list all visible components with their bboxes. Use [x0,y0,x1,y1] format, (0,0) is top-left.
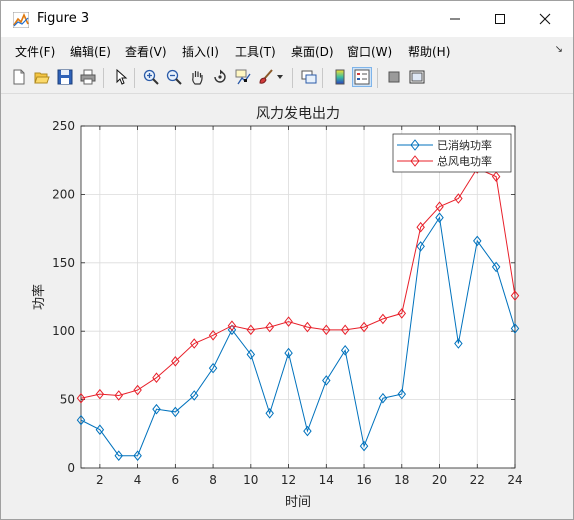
legend-icon [354,69,370,85]
toolbar-separator [377,68,378,88]
toolbar-separator [134,68,135,88]
link-plot-button[interactable] [299,67,319,87]
show-plot-tools-icon [409,70,425,84]
brush-icon [259,69,273,84]
pan-hand-icon [192,71,203,85]
x-tick-label: 4 [134,473,142,487]
maximize-button[interactable] [477,1,523,37]
link-plot-icon [301,70,317,84]
x-tick-label: 20 [432,473,447,487]
x-tick-label: 24 [507,473,522,487]
save-icon [57,69,73,85]
menu-desktop[interactable]: 桌面(D) [291,43,334,60]
minimize-button[interactable] [432,1,478,37]
zoom-in-button[interactable] [141,67,161,87]
new-figure-icon [13,69,25,85]
menu-window[interactable]: 窗口(W) [347,43,392,60]
chevron-down-icon [277,75,283,79]
plot-area [81,126,515,468]
line-chart: 2 4 6 8 10 12 14 16 18 20 22 24050100150200250 风力发电… [31,106,523,510]
toolbar-separator [322,68,323,88]
zoom-out-icon [166,69,182,85]
menu-insert[interactable]: 插入(I) [182,43,219,60]
y-axis-label: 功率 [31,284,47,310]
colorbar-icon [335,69,345,85]
x-tick-label: 22 [470,473,485,487]
pointer-icon [116,69,128,85]
show-plot-tools-button[interactable] [407,67,427,87]
close-button[interactable] [522,1,568,37]
hide-plot-tools-icon [388,71,400,83]
rotate-3d-button[interactable] [210,67,230,87]
x-axis-label: 时间 [285,495,311,510]
new-figure-button[interactable] [9,67,29,87]
pointer-button[interactable] [111,67,131,87]
maximize-icon [495,14,505,24]
matlab-figure-icon [13,12,29,28]
zoom-in-icon [143,69,159,85]
figure-window: Figure 3 文件(F) 编辑(E) 查看(V) 插入(I) 工具(T) 桌… [0,0,574,520]
legend-button[interactable] [352,67,372,87]
y-tick-label: 250 [52,119,75,133]
rotate-3d-icon [214,69,226,83]
toolbar-separator [292,68,293,88]
close-icon [539,13,551,25]
data-cursor-icon [235,69,251,85]
open-file-icon [34,72,50,84]
x-tick-label: 8 [209,473,217,487]
figure-toolbar [1,63,573,94]
x-tick-label: 10 [243,473,258,487]
y-tick-label: 100 [52,324,75,338]
open-file-button[interactable] [32,67,52,87]
menu-overflow-arrow-icon[interactable]: ↘ [555,44,563,55]
data-cursor-button[interactable] [233,67,253,87]
minimize-icon [450,18,460,20]
colorbar-button[interactable] [330,67,350,87]
brush-dropdown-button[interactable] [275,67,285,87]
toolbar-separator [103,68,104,88]
window-title: Figure 3 [37,11,90,26]
pan-button[interactable] [187,67,207,87]
y-tick-label: 0 [67,461,75,475]
brush-button[interactable] [256,67,276,87]
x-tick-label: 14 [319,473,334,487]
legend-label-consumed: 已消纳功率 [437,138,492,152]
print-button[interactable] [78,67,98,87]
y-tick-label: 200 [52,187,75,201]
menu-bar: 文件(F) 编辑(E) 查看(V) 插入(I) 工具(T) 桌面(D) 窗口(W… [1,37,573,63]
y-tick-label: 50 [60,393,75,407]
menu-help[interactable]: 帮助(H) [408,43,450,60]
chart-title: 风力发电出力 [256,106,340,122]
legend-label-total: 总风电功率 [437,154,492,168]
x-tick-label: 6 [172,473,180,487]
x-tick-label: 16 [356,473,371,487]
title-bar: Figure 3 [1,1,573,37]
x-tick-label: 12 [281,473,296,487]
x-tick-label: 18 [394,473,409,487]
menu-view[interactable]: 查看(V) [125,43,167,60]
figure-canvas: 2 4 6 8 10 12 14 16 18 20 22 24 0 50 100 150 200 250 风力发电… [1,94,573,519]
x-tick-label: 2 [96,473,104,487]
save-button[interactable] [55,67,75,87]
menu-edit[interactable]: 编辑(E) [70,43,111,60]
print-icon [80,69,96,85]
zoom-out-button[interactable] [164,67,184,87]
legend[interactable]: 已消纳功率 总风电功率 [392,133,512,173]
menu-file[interactable]: 文件(F) [15,43,55,60]
y-tick-label: 150 [52,256,75,270]
menu-tools[interactable]: 工具(T) [235,43,276,60]
hide-plot-tools-button[interactable] [384,67,404,87]
